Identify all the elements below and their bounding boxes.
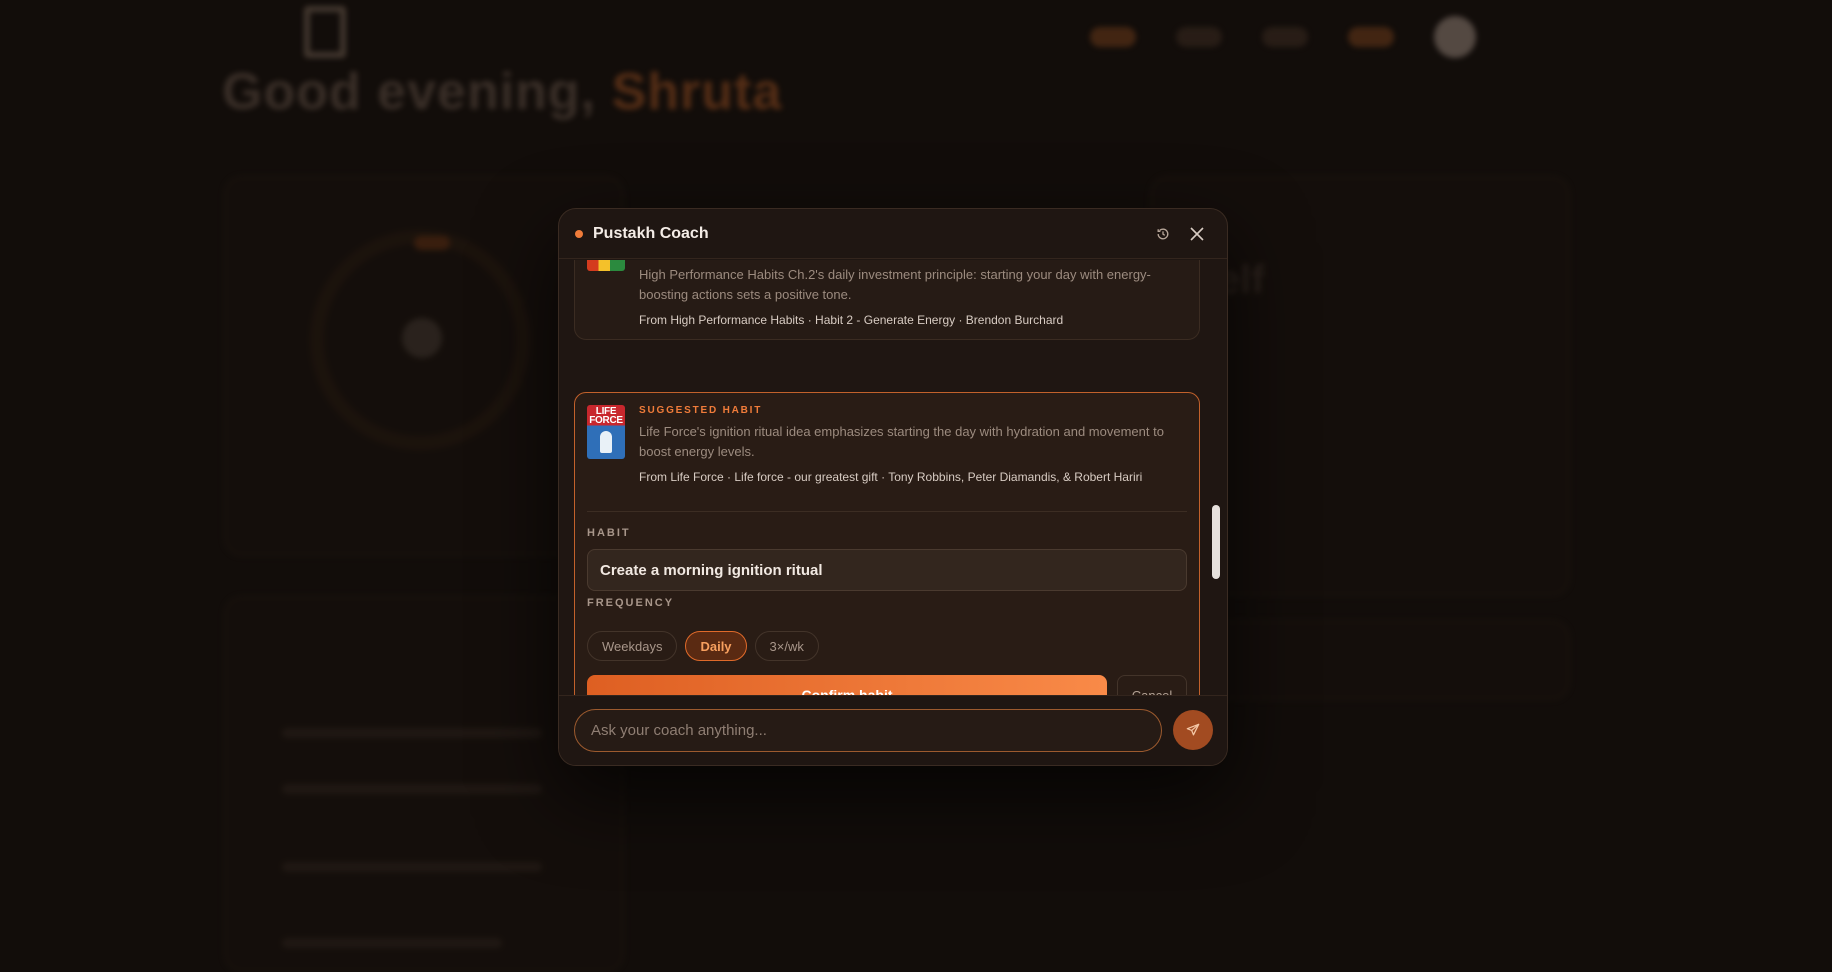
card-description: High Performance Habits Ch.2's daily inv… bbox=[639, 267, 1151, 302]
greeting-blurred: Good evening, Shruta bbox=[222, 63, 783, 121]
card-description: Life Force's ignition ritual idea emphas… bbox=[639, 424, 1164, 459]
habit-label: HABIT bbox=[587, 527, 631, 539]
history-icon bbox=[1157, 228, 1169, 239]
suggestion-card: High Performance Habits Ch.2's daily inv… bbox=[574, 260, 1200, 340]
frequency-chip-weekdays[interactable]: Weekdays bbox=[587, 631, 678, 661]
top-nav bbox=[1090, 16, 1476, 58]
book-cover-icon: LIFE FORCE bbox=[587, 405, 625, 459]
close-icon bbox=[1190, 226, 1204, 241]
habit-input[interactable] bbox=[587, 549, 1187, 591]
card-source: From Life Force · Life force - our great… bbox=[639, 470, 1143, 484]
send-icon bbox=[1186, 723, 1200, 736]
frequency-label: FREQUENCY bbox=[587, 597, 675, 609]
history-button[interactable] bbox=[1149, 220, 1177, 248]
avatar bbox=[1434, 16, 1476, 58]
frequency-options: Weekdays Daily 3×/wk bbox=[587, 631, 819, 661]
suggested-habit-label: SUGGESTED HABIT bbox=[639, 405, 763, 416]
card-source: From High Performance Habits · Habit 2 -… bbox=[639, 313, 1064, 327]
frequency-chip-3x-week[interactable]: 3×/wk bbox=[754, 631, 819, 661]
cancel-button[interactable]: Cancel bbox=[1117, 675, 1187, 695]
divider bbox=[587, 511, 1187, 512]
suggested-habit-card: LIFE FORCE SUGGESTED HABIT Life Force's … bbox=[574, 392, 1200, 695]
modal-header: Pustakh Coach bbox=[559, 209, 1227, 259]
send-button[interactable] bbox=[1173, 710, 1213, 750]
coach-modal: Pustakh Coach High Performance Habits Ch… bbox=[558, 208, 1228, 766]
ask-coach-input[interactable] bbox=[574, 709, 1162, 752]
composer bbox=[559, 695, 1227, 765]
frequency-chip-daily[interactable]: Daily bbox=[685, 631, 747, 661]
confirm-habit-button[interactable]: Confirm habit bbox=[587, 675, 1107, 695]
cover-title: LIFE FORCE bbox=[589, 406, 623, 426]
status-dot bbox=[575, 229, 583, 238]
modal-title: Pustakh Coach bbox=[593, 224, 709, 242]
book-cover-icon bbox=[587, 260, 625, 271]
chat-scroll-area[interactable]: High Performance Habits Ch.2's daily inv… bbox=[559, 260, 1227, 695]
scrollbar[interactable] bbox=[1212, 505, 1220, 579]
close-button[interactable] bbox=[1183, 220, 1211, 248]
app-logo bbox=[304, 6, 346, 58]
